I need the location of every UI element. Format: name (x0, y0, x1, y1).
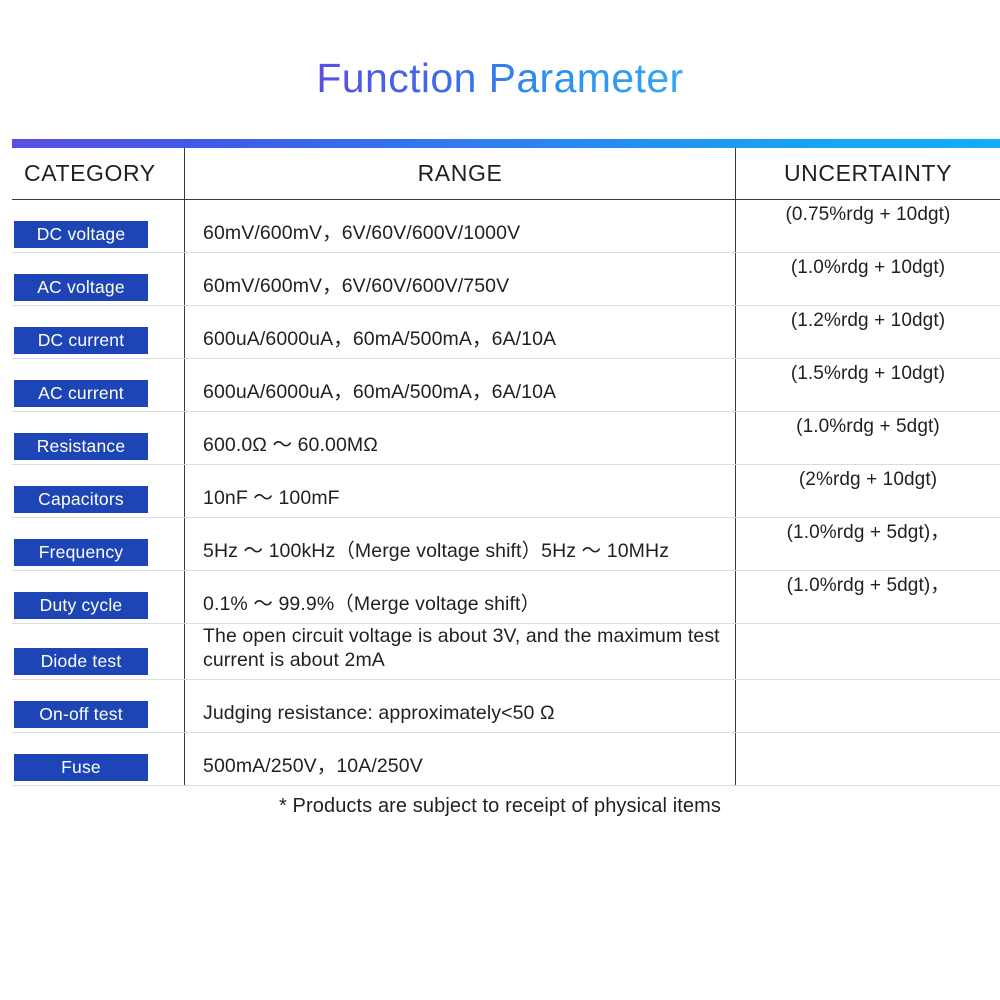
header-label-range: RANGE (417, 160, 503, 186)
uncertainty-value: (1.0%rdg + 5dgt)， (786, 522, 950, 543)
category-badge-ac-current: AC current (14, 380, 148, 407)
range-value: 60mV/600mV，6V/60V/600V/1000V (203, 222, 521, 245)
page-title-container: Function Parameter (0, 55, 1000, 102)
range-value: 5Hz ～ 100kHz（Merge voltage shift）5Hz ～ 1… (203, 540, 670, 563)
table-cell-uncertainty: (1.0%rdg + 5dgt) (735, 412, 1000, 464)
range-value: 60mV/600mV，6V/60V/600V/750V (203, 275, 510, 298)
uncertainty-value: (1.0%rdg + 5dgt) (796, 416, 940, 437)
table-cell-uncertainty (735, 733, 1000, 785)
table-row: Capacitors 10nF ～ 100mF (2%rdg + 10dgt) (12, 465, 1000, 518)
table-cell-category: Fuse (12, 733, 184, 785)
table-cell-category: AC voltage (12, 253, 184, 305)
table-cell-category: Diode test (12, 624, 184, 679)
table-cell-range: 60mV/600mV，6V/60V/600V/750V (184, 253, 735, 305)
table-cell-range: 500mA/250V，10A/250V (184, 733, 735, 785)
table-cell-range: The open circuit voltage is about 3V, an… (184, 624, 735, 679)
table-cell-category: DC current (12, 306, 184, 358)
table-row: Duty cycle 0.1% ～ 99.9%（Merge voltage sh… (12, 571, 1000, 624)
table-row: AC current 600uA/6000uA，60mA/500mA，6A/10… (12, 359, 1000, 412)
uncertainty-value: (1.0%rdg + 5dgt)， (786, 575, 950, 596)
table-cell-category: AC current (12, 359, 184, 411)
table-cell-uncertainty: (0.75%rdg + 10dgt) (735, 200, 1000, 252)
uncertainty-value: (0.75%rdg + 10dgt) (785, 204, 951, 225)
table-cell-category: Resistance (12, 412, 184, 464)
table-row: Resistance 600.0Ω ～ 60.00MΩ (1.0%rdg + 5… (12, 412, 1000, 465)
table-cell-uncertainty (735, 680, 1000, 732)
range-value: 600uA/6000uA，60mA/500mA，6A/10A (203, 381, 557, 404)
table-cell-range: 60mV/600mV，6V/60V/600V/1000V (184, 200, 735, 252)
category-badge-diode-test: Diode test (14, 648, 148, 675)
range-value: 10nF ～ 100mF (203, 487, 340, 510)
category-badge-resistance: Resistance (14, 433, 148, 460)
table-cell-uncertainty (735, 624, 1000, 679)
table-header-cell-range: RANGE (184, 148, 735, 199)
table-cell-category: Duty cycle (12, 571, 184, 623)
footnote: * Products are subject to receipt of phy… (279, 795, 721, 817)
table-cell-category: DC voltage (12, 200, 184, 252)
uncertainty-value: (1.0%rdg + 10dgt) (790, 257, 946, 278)
table-cell-range: 0.1% ～ 99.9%（Merge voltage shift） (184, 571, 735, 623)
category-badge-capacitors: Capacitors (14, 486, 148, 513)
table-row: DC current 600uA/6000uA，60mA/500mA，6A/10… (12, 306, 1000, 359)
table-header-cell-uncertainty: UNCERTAINTY (735, 148, 1000, 199)
category-badge-on-off-test: On-off test (14, 701, 148, 728)
table-cell-uncertainty: (1.0%rdg + 5dgt)， (735, 518, 1000, 570)
table-cell-category: On-off test (12, 680, 184, 732)
table-cell-range: Judging resistance: approximately<50 Ω (184, 680, 735, 732)
page-title: Function Parameter (316, 55, 684, 101)
table-row: DC voltage 60mV/600mV，6V/60V/600V/1000V … (12, 200, 1000, 253)
range-value: 0.1% ～ 99.9%（Merge voltage shift） (203, 593, 541, 616)
table-row: On-off test Judging resistance: approxim… (12, 680, 1000, 733)
table-cell-category: Capacitors (12, 465, 184, 517)
table-cell-uncertainty: (1.0%rdg + 5dgt)， (735, 571, 1000, 623)
gradient-divider (12, 139, 1000, 148)
category-badge-dc-current: DC current (14, 327, 148, 354)
uncertainty-value: (2%rdg + 10dgt) (798, 469, 938, 490)
range-value: The open circuit voltage is about 3V, an… (203, 625, 720, 672)
table-cell-range: 600uA/6000uA，60mA/500mA，6A/10A (184, 306, 735, 358)
range-value: Judging resistance: approximately<50 Ω (203, 702, 555, 725)
table-cell-range: 10nF ～ 100mF (184, 465, 735, 517)
category-badge-frequency: Frequency (14, 539, 148, 566)
header-label-uncertainty: UNCERTAINTY (783, 160, 953, 186)
header-label-category: CATEGORY (24, 160, 156, 186)
range-value: 600uA/6000uA，60mA/500mA，6A/10A (203, 328, 557, 351)
range-value: 500mA/250V，10A/250V (203, 755, 423, 778)
table-cell-uncertainty: (1.0%rdg + 10dgt) (735, 253, 1000, 305)
table-row: Frequency 5Hz ～ 100kHz（Merge voltage shi… (12, 518, 1000, 571)
uncertainty-value: (1.2%rdg + 10dgt) (790, 310, 946, 331)
table-cell-uncertainty: (1.5%rdg + 10dgt) (735, 359, 1000, 411)
table-cell-range: 600uA/6000uA，60mA/500mA，6A/10A (184, 359, 735, 411)
category-badge-dc-voltage: DC voltage (14, 221, 148, 248)
category-badge-duty-cycle: Duty cycle (14, 592, 148, 619)
function-parameter-table: CATEGORY RANGE UNCERTAINTY DC voltage 60… (12, 148, 1000, 786)
range-value: 600.0Ω ～ 60.00MΩ (203, 434, 378, 457)
table-row: Fuse 500mA/250V，10A/250V (12, 733, 1000, 786)
table-cell-category: Frequency (12, 518, 184, 570)
table-row: AC voltage 60mV/600mV，6V/60V/600V/750V (… (12, 253, 1000, 306)
table-cell-uncertainty: (1.2%rdg + 10dgt) (735, 306, 1000, 358)
category-badge-ac-voltage: AC voltage (14, 274, 148, 301)
table-cell-range: 600.0Ω ～ 60.00MΩ (184, 412, 735, 464)
table-row: Diode test The open circuit voltage is a… (12, 624, 1000, 680)
uncertainty-value: (1.5%rdg + 10dgt) (790, 363, 946, 384)
table-header-cell-category: CATEGORY (12, 148, 184, 199)
table-cell-range: 5Hz ～ 100kHz（Merge voltage shift）5Hz ～ 1… (184, 518, 735, 570)
category-badge-fuse: Fuse (14, 754, 148, 781)
table-header-row: CATEGORY RANGE UNCERTAINTY (12, 148, 1000, 200)
table-cell-uncertainty: (2%rdg + 10dgt) (735, 465, 1000, 517)
